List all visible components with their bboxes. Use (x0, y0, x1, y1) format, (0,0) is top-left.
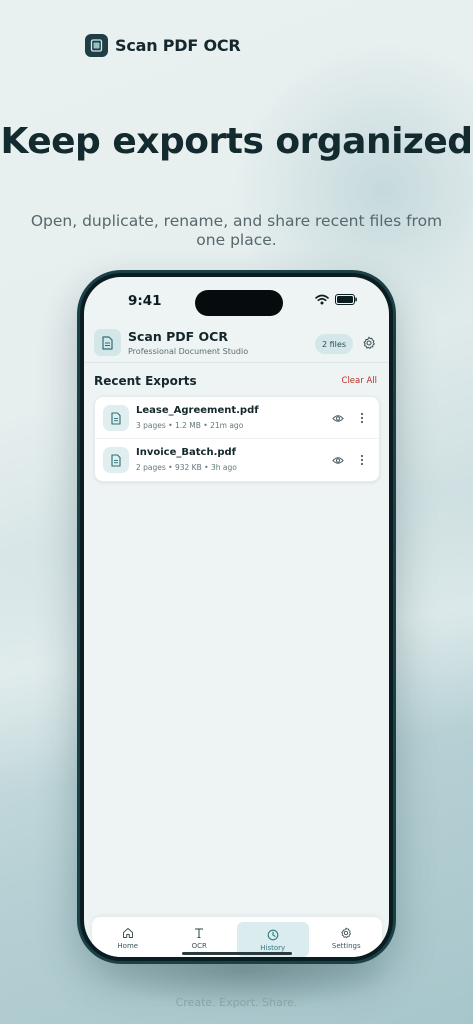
file-name: Invoice_Batch.pdf (136, 447, 237, 458)
bottom-tab-bar: Home OCR History Settings (92, 917, 382, 957)
app-subtitle: Professional Document Studio (128, 347, 249, 356)
scanner-icon (85, 34, 108, 57)
eye-icon (332, 414, 344, 422)
tab-label: Settings (331, 941, 361, 950)
preview-button[interactable] (331, 411, 345, 425)
file-meta: 2 pages • 932 KB • 3h ago (136, 463, 237, 472)
settings-button[interactable] (360, 334, 378, 352)
battery-icon (335, 294, 357, 305)
clear-all-button[interactable]: Clear All (342, 376, 377, 386)
app-screen: 9:41 Scan PDF OCR Professional Document … (84, 277, 389, 957)
recent-exports-list: Lease_Agreement.pdf 3 pages • 1.2 MB • 2… (94, 396, 380, 482)
home-icon (122, 927, 133, 938)
file-name: Lease_Agreement.pdf (136, 405, 259, 416)
dynamic-island (195, 290, 283, 316)
brand-name: Scan PDF OCR (115, 36, 241, 55)
hero-subline: Open, duplicate, rename, and share recen… (30, 212, 443, 249)
app-title: Scan PDF OCR (128, 329, 228, 344)
phone-frame: 9:41 Scan PDF OCR Professional Document … (77, 270, 396, 964)
status-time: 9:41 (128, 293, 162, 309)
more-vertical-icon (360, 412, 364, 424)
more-options-button[interactable] (357, 410, 367, 426)
list-item[interactable]: Lease_Agreement.pdf 3 pages • 1.2 MB • 2… (95, 397, 379, 439)
wifi-icon (315, 294, 329, 305)
tab-settings[interactable]: Settings (311, 917, 383, 957)
document-icon (94, 329, 121, 356)
tab-label: Home (117, 941, 139, 950)
files-count-badge: 2 files (315, 334, 353, 354)
text-icon (195, 927, 204, 938)
file-icon (103, 447, 129, 473)
hero-headline: Keep exports organized (0, 121, 473, 162)
file-meta: 3 pages • 1.2 MB • 21m ago (136, 421, 244, 430)
brand: Scan PDF OCR (85, 34, 241, 57)
status-bar: 9:41 (84, 277, 389, 321)
clock-icon (267, 929, 279, 941)
gear-icon (341, 927, 352, 938)
eye-icon (332, 456, 344, 464)
home-indicator (182, 952, 292, 955)
section-title: Recent Exports (94, 374, 197, 388)
tab-label: OCR (191, 941, 207, 950)
tab-label: History (260, 944, 286, 952)
more-vertical-icon (360, 454, 364, 466)
more-options-button[interactable] (357, 452, 367, 468)
preview-button[interactable] (331, 453, 345, 467)
footer-tagline: Create. Export. Share. (175, 996, 298, 1009)
gear-icon (363, 336, 375, 349)
app-header: Scan PDF OCR Professional Document Studi… (84, 321, 389, 363)
tab-home[interactable]: Home (92, 917, 164, 957)
list-item[interactable]: Invoice_Batch.pdf 2 pages • 932 KB • 3h … (95, 439, 379, 481)
file-icon (103, 405, 129, 431)
tab-ocr[interactable]: OCR (164, 917, 236, 957)
